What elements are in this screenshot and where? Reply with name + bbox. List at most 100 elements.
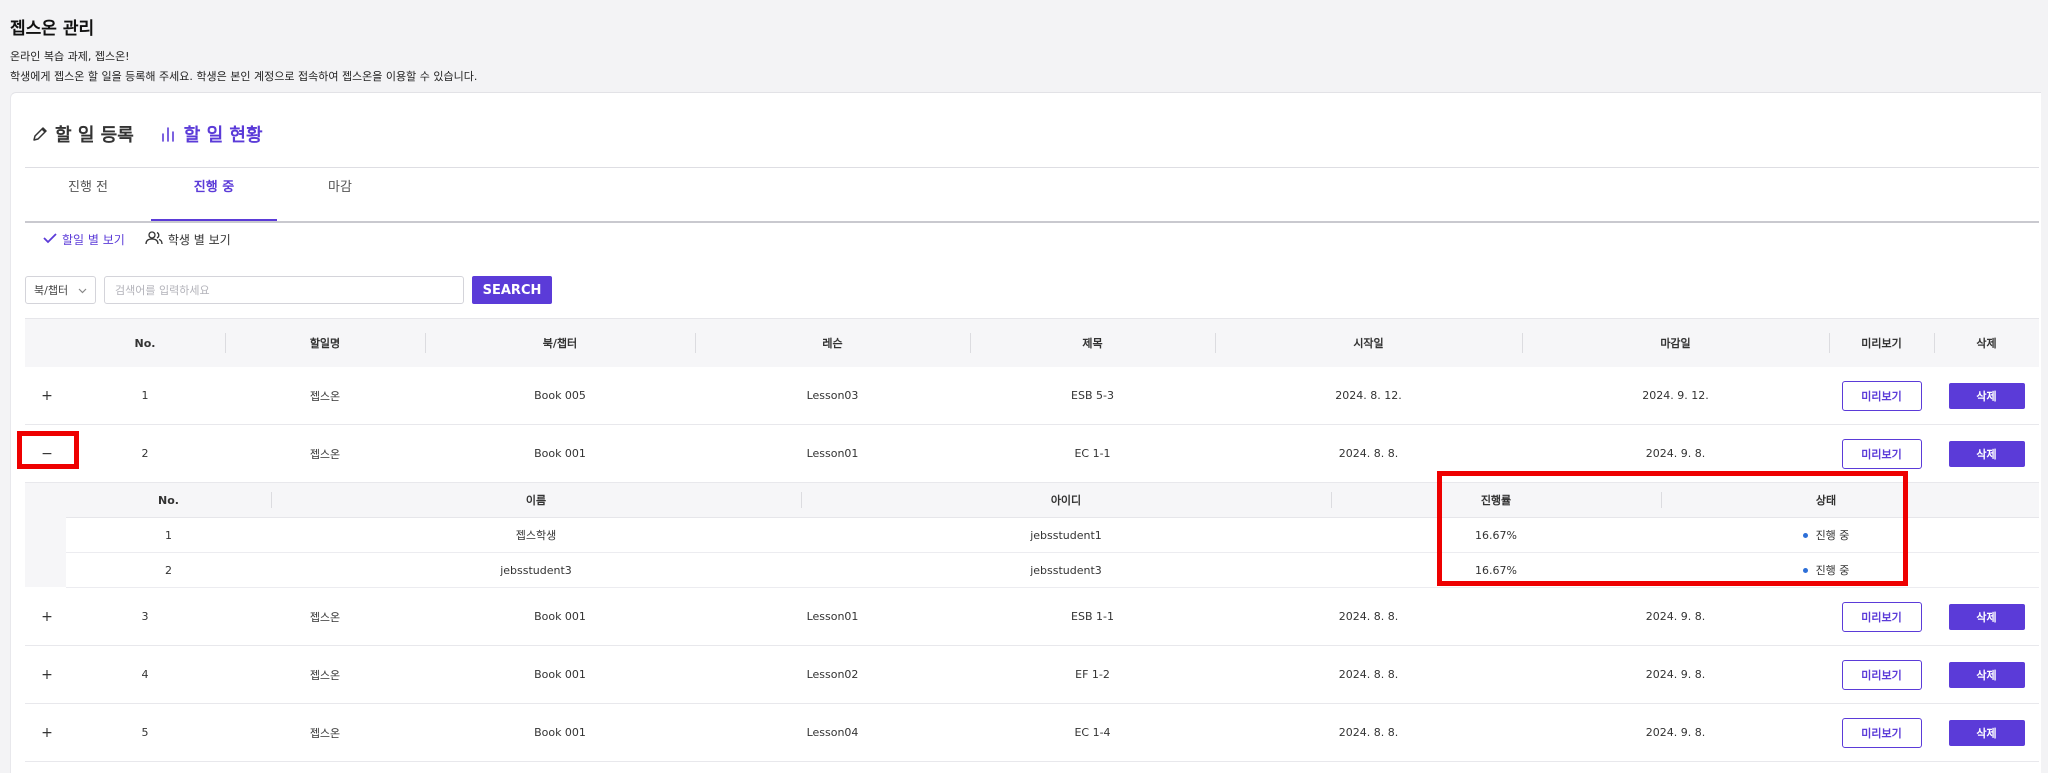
preview-cell: 미리보기 [1829, 704, 1934, 761]
preview-button[interactable]: 미리보기 [1841, 717, 1922, 748]
sub-header-id: 아이디 [1050, 494, 1082, 507]
sub-header-progress: 진행률 [1480, 494, 1512, 507]
sub-row-no: 1 [165, 528, 172, 542]
row-end-date: 2024. 9. 8. [1645, 668, 1706, 681]
tab-in-progress[interactable]: 진행 중 [151, 169, 277, 221]
row-todo-name: 젭스온 [309, 668, 341, 682]
row-lesson: Lesson01 [806, 447, 859, 460]
page-title: 젭스온 관리 [10, 19, 95, 39]
expand-toggle[interactable]: + [25, 646, 69, 703]
row-title: ESB 5-3 [1071, 389, 1114, 402]
tab-before-progress[interactable]: 진행 전 [25, 169, 151, 221]
preview-button[interactable]: 미리보기 [1841, 601, 1922, 632]
preview-button[interactable]: 미리보기 [1841, 380, 1922, 411]
preview-cell: 미리보기 [1829, 588, 1934, 645]
table-row: − 2 젭스온 Book 001 Lesson01 EC 1-1 2024. 8… [25, 425, 2039, 483]
preview-button[interactable]: 미리보기 [1841, 659, 1922, 690]
delete-button[interactable]: 삭제 [1948, 440, 2025, 467]
sub-header-name: 이름 [525, 494, 547, 507]
row-start-date: 2024. 8. 8. [1338, 668, 1399, 681]
sub-row-name: 젭스학생 [515, 529, 557, 542]
table-row: + 4 젭스온 Book 001 Lesson02 EF 1-2 2024. 8… [25, 646, 2039, 704]
sub-row-id: jebsstudent3 [1030, 563, 1102, 577]
users-icon [145, 231, 163, 248]
delete-cell: 삭제 [1934, 588, 2039, 645]
row-book: Book 001 [534, 447, 586, 460]
expand-toggle[interactable]: + [25, 367, 69, 424]
delete-button[interactable]: 삭제 [1948, 382, 2025, 409]
preview-cell: 미리보기 [1829, 425, 1934, 482]
tab-todo-status[interactable]: 할 일 현황 [160, 121, 263, 147]
view-by-student[interactable]: 학생 별 보기 [145, 231, 231, 248]
header-title: 제목 [1082, 337, 1103, 350]
header-no: No. [134, 336, 156, 350]
row-no: 4 [141, 668, 149, 681]
sub-row-progress: 16.67% [1475, 528, 1517, 542]
row-todo-name: 젭스온 [309, 389, 341, 403]
search-button[interactable]: SEARCH [472, 276, 552, 304]
student-subtable: No. 이름 아이디 진행률 상태 1 젭스학생 jebsstudent1 16… [25, 483, 2039, 588]
header-preview: 미리보기 [1861, 337, 1902, 350]
row-end-date: 2024. 9. 8. [1645, 447, 1706, 460]
collapse-toggle[interactable]: − [25, 425, 69, 482]
chevron-down-icon [78, 284, 87, 297]
row-todo-name: 젭스온 [309, 726, 341, 740]
pencil-icon [31, 125, 49, 143]
row-lesson: Lesson03 [806, 389, 859, 402]
view-toggles: 할일 별 보기 학생 별 보기 [43, 231, 231, 248]
delete-button[interactable]: 삭제 [1948, 719, 2025, 746]
view-by-todo[interactable]: 할일 별 보기 [43, 231, 125, 248]
row-start-date: 2024. 8. 8. [1338, 447, 1399, 460]
row-title: EC 1-4 [1074, 726, 1111, 739]
row-book: Book 005 [534, 389, 586, 402]
expand-toggle[interactable]: + [25, 704, 69, 761]
preview-button[interactable]: 미리보기 [1841, 438, 1922, 469]
tab-register-todo[interactable]: 할 일 등록 [31, 121, 134, 147]
status-tabs: 진행 전 진행 중 마감 [25, 169, 2039, 223]
expand-toggle[interactable]: + [25, 588, 69, 645]
row-end-date: 2024. 9. 8. [1645, 726, 1706, 739]
row-end-date: 2024. 9. 12. [1642, 389, 1709, 402]
tab-closed[interactable]: 마감 [277, 169, 403, 221]
sub-row-id: jebsstudent1 [1030, 528, 1102, 542]
page-subtitle-2: 학생에게 젭스온 할 일을 등록해 주세요. 학생은 본인 계정으로 접속하여 … [10, 70, 478, 83]
sub-row-status: 진행 중 [1815, 529, 1850, 542]
header-todo-name: 할일명 [309, 337, 341, 350]
search-input[interactable] [104, 276, 464, 304]
row-lesson: Lesson01 [806, 610, 859, 623]
row-todo-name: 젭스온 [309, 447, 341, 461]
search-filter-select[interactable]: 북/챕터 [25, 276, 96, 304]
search-filter-value: 북/챕터 [34, 284, 69, 297]
sub-header-status: 상태 [1815, 494, 1837, 507]
row-lesson: Lesson04 [806, 726, 859, 739]
delete-button[interactable]: 삭제 [1948, 603, 2025, 630]
check-icon [43, 232, 57, 247]
sub-row-status: 진행 중 [1815, 564, 1850, 577]
preview-cell: 미리보기 [1829, 646, 1934, 703]
view-by-student-label: 학생 별 보기 [167, 233, 231, 247]
header-lesson: 레슨 [822, 337, 843, 350]
row-lesson: Lesson02 [806, 668, 859, 681]
delete-cell: 삭제 [1934, 425, 2039, 482]
header-end-date: 마감일 [1660, 337, 1691, 350]
content-card: 할 일 등록 할 일 현황 진행 전 진행 중 마감 할일 별 보기 학생 별 … [10, 92, 2041, 773]
sub-row-name: jebsstudent3 [500, 563, 572, 577]
page-subtitle-1: 온라인 복습 과제, 젭스온! [10, 50, 130, 63]
page-header: 젭스온 관리 온라인 복습 과제, 젭스온! 학생에게 젭스온 할 일을 등록해… [10, 14, 477, 87]
row-no: 5 [141, 726, 149, 739]
delete-button[interactable]: 삭제 [1948, 661, 2025, 688]
row-no: 1 [141, 389, 149, 402]
sub-row-no: 2 [165, 563, 172, 577]
header-delete: 삭제 [1976, 337, 1997, 350]
row-book: Book 001 [534, 610, 586, 623]
row-book: Book 001 [534, 668, 586, 681]
tab-todo-status-label: 할 일 현황 [183, 125, 263, 146]
table-row: + 1 젭스온 Book 005 Lesson03 ESB 5-3 2024. … [25, 367, 2039, 425]
row-no: 3 [141, 610, 149, 623]
row-start-date: 2024. 8. 8. [1338, 610, 1399, 623]
table-header: No. 할일명 북/챕터 레슨 제목 시작일 마감일 미리보기 삭제 [25, 318, 2039, 368]
view-by-todo-label: 할일 별 보기 [62, 233, 125, 247]
mode-tabs: 할 일 등록 할 일 현황 [31, 121, 263, 147]
sub-row-status-cell: 진행 중 [1661, 553, 1991, 587]
row-title: EF 1-2 [1075, 668, 1110, 681]
